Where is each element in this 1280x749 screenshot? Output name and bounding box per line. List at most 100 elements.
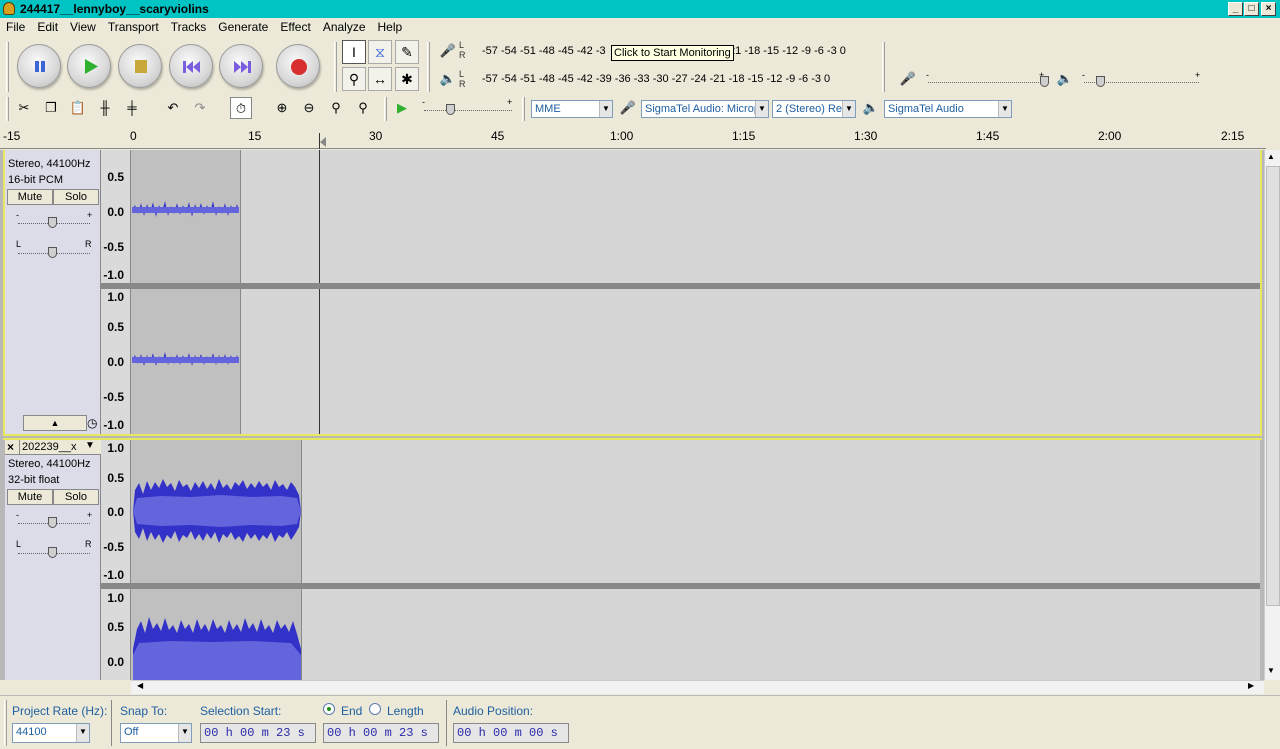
menu-tracks[interactable]: Tracks [165, 18, 213, 34]
selection-end-time[interactable]: 00 h 00 m 23 s [323, 723, 439, 743]
toolbar-grip[interactable] [4, 700, 7, 746]
track-2-control-panel[interactable]: × 202239__x ▼ Stereo, 44100Hz 32-bit flo… [5, 440, 101, 680]
play-head-icon[interactable] [320, 137, 326, 147]
horizontal-scrollbar[interactable]: ◀ ▶ [131, 680, 1264, 694]
toolbar-grip[interactable] [882, 42, 885, 92]
redo-button[interactable]: ↷ [189, 97, 211, 119]
track-1-vertical-ruler[interactable]: 0.5 0.0 -0.5 -1.0 1.0 0.5 0.0 -0.5 -1.0 [101, 150, 131, 434]
zoom-tool[interactable]: ⚲ [342, 67, 366, 91]
menu-effect[interactable]: Effect [274, 18, 316, 34]
menu-transport[interactable]: Transport [102, 18, 165, 34]
audio-host-select[interactable]: MME ▼ [531, 100, 613, 118]
play-at-speed-button[interactable]: ▶ [391, 97, 413, 119]
scroll-down-icon[interactable]: ▼ [1267, 666, 1275, 675]
record-meter-scale-right[interactable]: 21 -18 -15 -12 -9 -6 -3 0 [729, 45, 846, 57]
fit-project-button[interactable]: ⚲ [352, 97, 374, 119]
menu-file[interactable]: File [0, 18, 31, 34]
track-1-right-channel[interactable] [131, 289, 1260, 434]
selection-start-time[interactable]: 00 h 00 m 23 s [200, 723, 316, 743]
record-meter-scale[interactable]: -57 -54 -51 -48 -45 -42 -3 [482, 45, 612, 57]
cut-button[interactable]: ✂ [13, 97, 35, 119]
track-2-name[interactable]: 202239__x [22, 441, 76, 453]
track-1-mute-button[interactable]: Mute [7, 189, 53, 205]
copy-button[interactable]: ❐ [40, 97, 62, 119]
input-volume-slider[interactable] [928, 82, 1043, 83]
track-1-pan-thumb[interactable] [48, 247, 57, 258]
scroll-right-icon[interactable]: ▶ [1248, 681, 1254, 690]
menu-analyze[interactable]: Analyze [317, 18, 372, 34]
track-1-control-panel[interactable]: Stereo, 44100Hz 16-bit PCM Mute Solo - +… [5, 150, 101, 434]
track-close-icon[interactable]: × [7, 440, 14, 454]
toolbar-grip[interactable] [384, 97, 387, 121]
toolbar-grip[interactable] [6, 97, 9, 121]
ruler-label: 2:15 [1221, 129, 1245, 143]
fit-selection-button[interactable]: ⚲ [325, 97, 347, 119]
track-1-collapse-button[interactable]: ▲ [23, 415, 87, 431]
play-button[interactable] [67, 44, 111, 88]
envelope-tool[interactable]: ⧖ [368, 40, 392, 64]
track-2-left-channel[interactable] [131, 440, 1260, 583]
output-volume-button[interactable]: 🔈 [1054, 68, 1076, 90]
vertical-scrollbar[interactable]: ▲ ▼ [1264, 150, 1280, 680]
draw-tool[interactable]: ✎ [395, 40, 419, 64]
track-2-right-channel[interactable] [131, 589, 1260, 680]
minimize-button[interactable]: _ [1228, 2, 1243, 16]
track-2-mute-button[interactable]: Mute [7, 489, 53, 505]
track-2-vertical-ruler[interactable]: 1.0 0.5 0.0 -0.5 -1.0 1.0 0.5 0.0 [101, 440, 131, 680]
zoom-out-button[interactable]: ⊖ [298, 97, 320, 119]
close-button[interactable]: × [1261, 2, 1276, 16]
playback-meter-button[interactable]: 🔈 [437, 68, 459, 90]
toolbar-grip[interactable] [334, 42, 337, 92]
menu-view[interactable]: View [64, 18, 102, 34]
sync-lock-button[interactable]: ⏱ [230, 97, 252, 119]
output-volume-thumb[interactable] [1096, 76, 1105, 87]
skip-to-end-button[interactable] [219, 44, 263, 88]
input-channels-select[interactable]: 2 (Stereo) Re ▼ [772, 100, 856, 118]
multi-tool[interactable]: ✱ [395, 67, 419, 91]
snap-to-select[interactable]: Off ▼ [120, 723, 192, 743]
paste-button[interactable]: 📋 [67, 97, 89, 119]
menu-edit[interactable]: Edit [31, 18, 64, 34]
scroll-left-icon[interactable]: ◀ [137, 681, 143, 690]
vertical-scroll-thumb[interactable] [1266, 166, 1280, 606]
time-shift-tool[interactable]: ↔ [368, 67, 392, 91]
track-2-solo-button[interactable]: Solo [53, 489, 99, 505]
track-1-gain-thumb[interactable] [48, 217, 57, 228]
input-volume-thumb[interactable] [1040, 76, 1049, 87]
audio-position-time[interactable]: 00 h 00 m 00 s [453, 723, 569, 743]
scroll-up-icon[interactable]: ▲ [1267, 152, 1275, 161]
track-menu-chevron-icon[interactable]: ▼ [85, 440, 95, 451]
trim-button[interactable]: ╫ [94, 97, 116, 119]
record-button[interactable] [276, 44, 320, 88]
pause-button[interactable] [17, 44, 61, 88]
toolbar-grip[interactable] [6, 42, 9, 92]
track-2-gain-thumb[interactable] [48, 517, 57, 528]
track-2-pan-thumb[interactable] [48, 547, 57, 558]
speaker-icon: 🔈 [439, 71, 457, 86]
menu-generate[interactable]: Generate [212, 18, 274, 34]
input-device-select[interactable]: SigmaTel Audio: Microp ▼ [641, 100, 769, 118]
menu-help[interactable]: Help [372, 18, 409, 34]
track-1-solo-button[interactable]: Solo [53, 189, 99, 205]
play-speed-thumb[interactable] [446, 104, 455, 115]
end-radio[interactable] [323, 703, 335, 715]
project-rate-select[interactable]: 44100 ▼ [12, 723, 90, 743]
timeline-ruler[interactable]: -15 0 15 30 45 1:00 1:15 1:30 1:45 2:00 … [0, 125, 1266, 149]
play-speed-slider[interactable] [424, 110, 512, 111]
record-meter-button[interactable]: 🎤 [437, 40, 459, 62]
toolbar-grip[interactable] [522, 97, 525, 121]
maximize-button[interactable]: □ [1244, 2, 1259, 16]
length-radio[interactable] [369, 703, 381, 715]
input-volume-button[interactable]: 🎤 [897, 68, 919, 90]
undo-button[interactable]: ↶ [162, 97, 184, 119]
stop-button[interactable] [118, 44, 162, 88]
track-2-title-bar[interactable]: × 202239__x ▼ [5, 440, 101, 455]
toolbar-grip[interactable] [427, 42, 430, 92]
skip-to-start-button[interactable] [169, 44, 213, 88]
playback-meter-scale[interactable]: -57 -54 -51 -48 -45 -42 -39 -36 -33 -30 … [482, 73, 830, 85]
zoom-in-button[interactable]: ⊕ [271, 97, 293, 119]
selection-tool[interactable]: I [342, 40, 366, 64]
track-1-left-channel[interactable] [131, 150, 1260, 283]
silence-button[interactable]: ╪ [121, 97, 143, 119]
output-device-select[interactable]: SigmaTel Audio ▼ [884, 100, 1012, 118]
